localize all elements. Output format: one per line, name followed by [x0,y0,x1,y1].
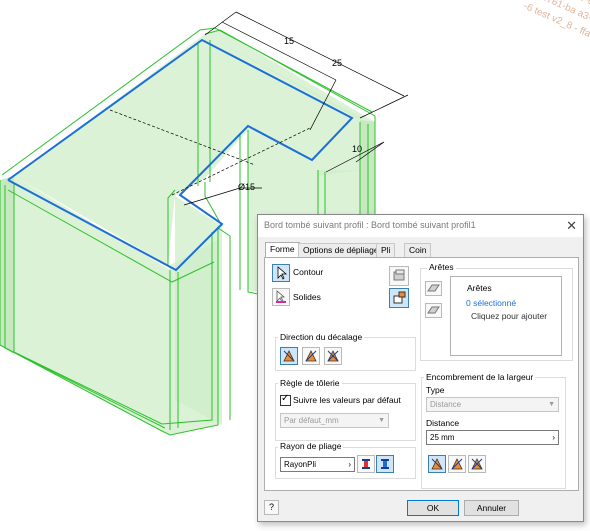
flip-side-icon [283,350,295,362]
direction-group-title: Direction du décalage [278,332,365,342]
distance-input[interactable]: 25 mm › [426,430,559,445]
offset-direction-3-button[interactable] [324,347,342,365]
tab-options-depliage[interactable]: Options de dépliage [298,243,384,257]
help-icon: ? [268,502,274,512]
sheet-rule-value: Par défaut_mm [284,416,339,425]
dim-25-label: 25 [332,58,342,68]
bend-radius-edit-button[interactable] [357,455,375,473]
width-extent-icon [431,458,443,470]
edge-flange-icon [393,291,406,304]
offset-direction-1-button[interactable] [280,347,298,365]
aretes-selected-count: 0 sélectionné [466,298,517,308]
dim-15-label: 15 [284,36,294,46]
close-button[interactable]: ✕ [566,218,577,234]
follow-defaults-checkbox[interactable]: ✓ [280,393,291,406]
sheet-rule-select[interactable]: Par défaut_mm ▼ [280,413,389,428]
offset-direction-2-button[interactable] [302,347,320,365]
edge-plate-icon [427,306,440,314]
aretes-list-title: Arêtes [467,283,492,293]
dialog-titlebar[interactable]: Bord tombé suivant profil : Bord tombé s… [258,215,583,237]
width-type-value: Distance [430,400,462,409]
flip-side-icon [305,350,317,362]
bend-radius-icon [362,459,370,469]
chevron-down-icon: ▼ [548,401,555,408]
aretes-group-title: Arêtes [427,262,456,272]
bend-radius-value: RayonPli [284,460,317,469]
chevron-right-icon: › [552,433,555,442]
help-button[interactable]: ? [264,500,279,515]
solides-button[interactable] [272,288,290,306]
regle-group [275,383,416,441]
width-extent-icon [451,458,463,470]
edge-select-button[interactable] [389,288,409,308]
dialog-title: Bord tombé suivant profil : Bord tombé s… [264,220,476,230]
distance-label: Distance [426,418,460,428]
tab-pli[interactable]: Pli [376,243,396,257]
ok-button[interactable]: OK [407,500,459,516]
dim-10-label: 10 [352,144,362,154]
contour-flange-dialog: Bord tombé suivant profil : Bord tombé s… [257,214,584,522]
width-extent-1-button[interactable] [428,455,446,473]
width-type-select[interactable]: Distance ▼ [426,397,559,412]
width-extent-2-button[interactable] [448,455,466,473]
bend-radius-icon [381,459,389,469]
contour-button[interactable] [272,264,290,282]
solides-label: Solides [293,292,321,302]
edge-plate-icon [427,284,440,292]
follow-defaults-label: Suivre les valeurs par défaut [293,395,401,405]
chevron-right-icon: › [348,460,351,469]
distance-value: 25 mm [430,433,455,442]
regle-group-title: Règle de tôlerie [278,378,342,388]
bend-radius-measure-button[interactable] [376,455,394,473]
aretes-mode-button-2[interactable] [425,303,442,318]
width-extent-icon [471,458,483,470]
tab-forme[interactable]: Forme [265,242,300,258]
profile-option-button[interactable] [389,266,409,286]
encombrement-group-title: Encombrement de la largeur [424,372,536,382]
sheet-stack-icon [393,269,405,281]
bend-radius-input[interactable]: RayonPli › [280,457,355,472]
tab-coin[interactable]: Coin [404,243,432,257]
width-extent-3-button[interactable] [468,455,486,473]
solid-cursor-icon [276,290,286,303]
rayon-group-title: Rayon de pliage [278,441,344,451]
aretes-hint: Cliquez pour ajouter [471,311,548,321]
type-label: Type [426,385,445,395]
cancel-button[interactable]: Annuler [464,500,519,516]
contour-label: Contour [293,267,324,277]
aretes-mode-button-1[interactable] [425,281,442,296]
cursor-arrow-icon [277,266,288,280]
symmetric-icon [327,350,339,362]
aretes-list[interactable]: Arêtes 0 sélectionné Cliquez pour ajoute… [450,276,562,356]
chevron-down-icon: ▼ [378,417,385,424]
dim-diameter-label: Ø15 [238,182,255,192]
